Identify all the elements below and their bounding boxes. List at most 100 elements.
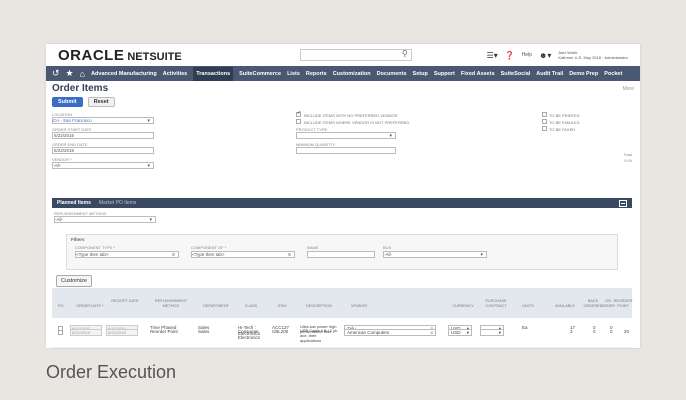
top-bar: ORACLE NETSUITE ⚲ ☰▾ ❓ Help ☻▾ Alex Wolfe… <box>46 44 640 66</box>
star-icon[interactable]: ★ <box>66 68 74 79</box>
nav-suitecommerce[interactable]: SuiteCommerce <box>239 71 281 77</box>
total-display: Total 0.00 <box>624 152 632 164</box>
column-header-available: Available <box>555 304 575 308</box>
nav-suitesocial[interactable]: SuiteSocial <box>501 71 531 77</box>
nav-lists[interactable]: Lists <box>287 71 300 77</box>
available-cell: 3 <box>570 329 573 334</box>
component-of-select[interactable]: <Type then tab> ≡ <box>191 251 295 258</box>
help-icon[interactable]: ❓ <box>505 51 515 60</box>
nav-pocket[interactable]: Pocket <box>604 71 622 77</box>
search-icon[interactable]: ⚲ <box>402 49 408 58</box>
order-items-form: Location CA - San Francisco ▾ Order Start… <box>46 110 640 188</box>
tab-planned-items[interactable]: Planned Items <box>57 200 91 206</box>
chevron-down-icon: ▾ <box>466 330 469 335</box>
vendor-select[interactable]: American Computers ≡ <box>344 329 436 336</box>
chevron-down-icon: ▾ <box>147 163 150 169</box>
chevron-down-icon: ▾ <box>480 252 483 258</box>
list-icon: ≡ <box>172 252 175 258</box>
name-field[interactable] <box>307 251 375 258</box>
home-icon[interactable]: ⌂ <box>80 69 85 79</box>
include-not-preferred-checkbox[interactable] <box>296 119 301 124</box>
purchase-contract-select[interactable]: ▾ <box>480 329 504 336</box>
name-label: Name <box>307 245 319 250</box>
order-end-date-field[interactable]: 6/22/2016 <box>52 147 154 154</box>
location-select[interactable]: CA - San Francisco ▾ <box>52 117 154 124</box>
item-link[interactable]: CBL200 <box>272 329 288 335</box>
order-start-date-field[interactable]: 6/22/2016 <box>52 132 154 139</box>
to-be-printed-label: To Be Printed <box>549 113 580 118</box>
order-date-field[interactable]: 6/22/2016 <box>70 329 102 336</box>
table-header: PO Order Date * Receipt Date Replenishme… <box>52 288 633 318</box>
subtab-bar: Planned Items Market PO Items <box>52 198 632 208</box>
reset-button[interactable]: Reset <box>87 97 115 107</box>
nav-transactions[interactable]: Transactions <box>193 66 234 81</box>
chevron-down-icon: ▾ <box>147 118 150 124</box>
nav-fixed-assets[interactable]: Fixed Assets <box>461 71 495 77</box>
vendor-select[interactable]: -All- ▾ <box>52 162 154 169</box>
bus-select[interactable]: -All- ▾ <box>383 251 487 258</box>
nav-setup[interactable]: Setup <box>413 71 428 77</box>
to-be-emailed-checkbox[interactable] <box>542 119 547 124</box>
nav-demo-prep[interactable]: Demo Prep <box>569 71 598 77</box>
chevron-down-icon: ▾ <box>149 217 152 223</box>
description-cell: USB Cable 6 ft / 2 pk <box>300 328 338 333</box>
component-type-label: Component Type * <box>75 245 116 250</box>
column-header-vendor: Vendor <box>350 304 368 308</box>
column-header-purchase-contract: Purchase Contract <box>485 299 507 308</box>
class-cell: Consumer Electronics <box>238 329 261 340</box>
tab-market-po-items[interactable]: Market PO Items <box>99 200 137 206</box>
global-search-input[interactable]: ⚲ <box>299 49 412 61</box>
minimum-quantity-field[interactable] <box>296 147 396 154</box>
help-link[interactable]: Help <box>522 52 532 58</box>
row-select-checkbox[interactable] <box>58 330 63 335</box>
customize-button[interactable]: Customize <box>56 275 92 287</box>
nav-customization[interactable]: Customization <box>333 71 371 77</box>
page-header: Order Items More <box>46 81 640 94</box>
column-header-class: Class <box>244 304 258 308</box>
column-header-order-date: Order Date * <box>76 304 104 308</box>
filters-panel: Filters Component Type * <Type then tab>… <box>66 234 618 270</box>
include-not-preferred-label: Include Items Where Vendor Is Not Prefer… <box>304 120 410 125</box>
replenishment-method-select[interactable]: -All- ▾ <box>54 216 156 223</box>
currency-select[interactable]: USD▾ <box>448 329 472 336</box>
nav-audit-trail[interactable]: Audit Trail <box>536 71 563 77</box>
department-cell: Sales <box>198 329 210 334</box>
include-no-preferred-vendor-label: Include Items with No Preferred Vendor <box>304 113 398 118</box>
logo[interactable]: ORACLE NETSUITE <box>58 47 182 64</box>
include-no-preferred-vendor-checkbox[interactable] <box>296 110 301 117</box>
recent-records-icon[interactable]: ☰▾ <box>487 51 498 60</box>
column-header-description: Description <box>306 304 332 308</box>
recent-icon[interactable]: ↺ <box>52 68 60 79</box>
submit-button[interactable]: Submit <box>52 97 83 107</box>
filters-title: Filters <box>71 237 85 242</box>
nav-support[interactable]: Support <box>434 71 455 77</box>
chevron-down-icon: ▾ <box>498 330 501 335</box>
to-be-faxed-label: To Be Faxed <box>549 127 576 132</box>
page-title: Order Items <box>52 83 109 94</box>
collapse-icon[interactable] <box>619 199 627 207</box>
chevron-down-icon: ▾ <box>389 133 392 139</box>
product-type-select[interactable]: ▾ <box>296 132 396 139</box>
component-of-label: Component Of * <box>191 245 227 250</box>
bus-label: Bus <box>383 245 392 250</box>
nav-activities[interactable]: Activities <box>163 71 187 77</box>
nav-advanced-manufacturing[interactable]: Advanced Manufacturing <box>91 71 157 77</box>
nav-documents[interactable]: Documents <box>377 71 407 77</box>
more-link[interactable]: More <box>623 86 634 92</box>
button-row: Submit Reset <box>46 94 640 110</box>
to-be-faxed-checkbox[interactable] <box>542 126 547 131</box>
column-header-department: Department <box>203 304 229 308</box>
component-type-select[interactable]: <Type then tab> ≡ <box>75 251 179 258</box>
to-be-printed-checkbox[interactable] <box>542 112 547 117</box>
nav-reports[interactable]: Reports <box>306 71 327 77</box>
top-right-controls: ☰▾ ❓ Help ☻▾ Alex Wolfe Kathmer U.S. May… <box>487 50 628 60</box>
receipt-date-field[interactable]: 6/22/2016 <box>106 329 138 336</box>
table-row[interactable]: 6/22/2016 6/22/2016 Reorder Point Sales … <box>52 320 632 348</box>
reorder-point-cell: 20 <box>624 329 630 334</box>
user-avatar-icon[interactable]: ☻▾ <box>539 51 551 60</box>
app-screenshot: ORACLE NETSUITE ⚲ ☰▾ ❓ Help ☻▾ Alex Wolfe… <box>46 44 640 348</box>
list-icon: ≡ <box>288 252 291 258</box>
figure-caption: Order Execution <box>46 362 177 382</box>
on-order-cell: 0 <box>610 329 613 334</box>
user-menu[interactable]: Alex Wolfe Kathmer U.S. May 2016 · Admin… <box>558 50 628 60</box>
